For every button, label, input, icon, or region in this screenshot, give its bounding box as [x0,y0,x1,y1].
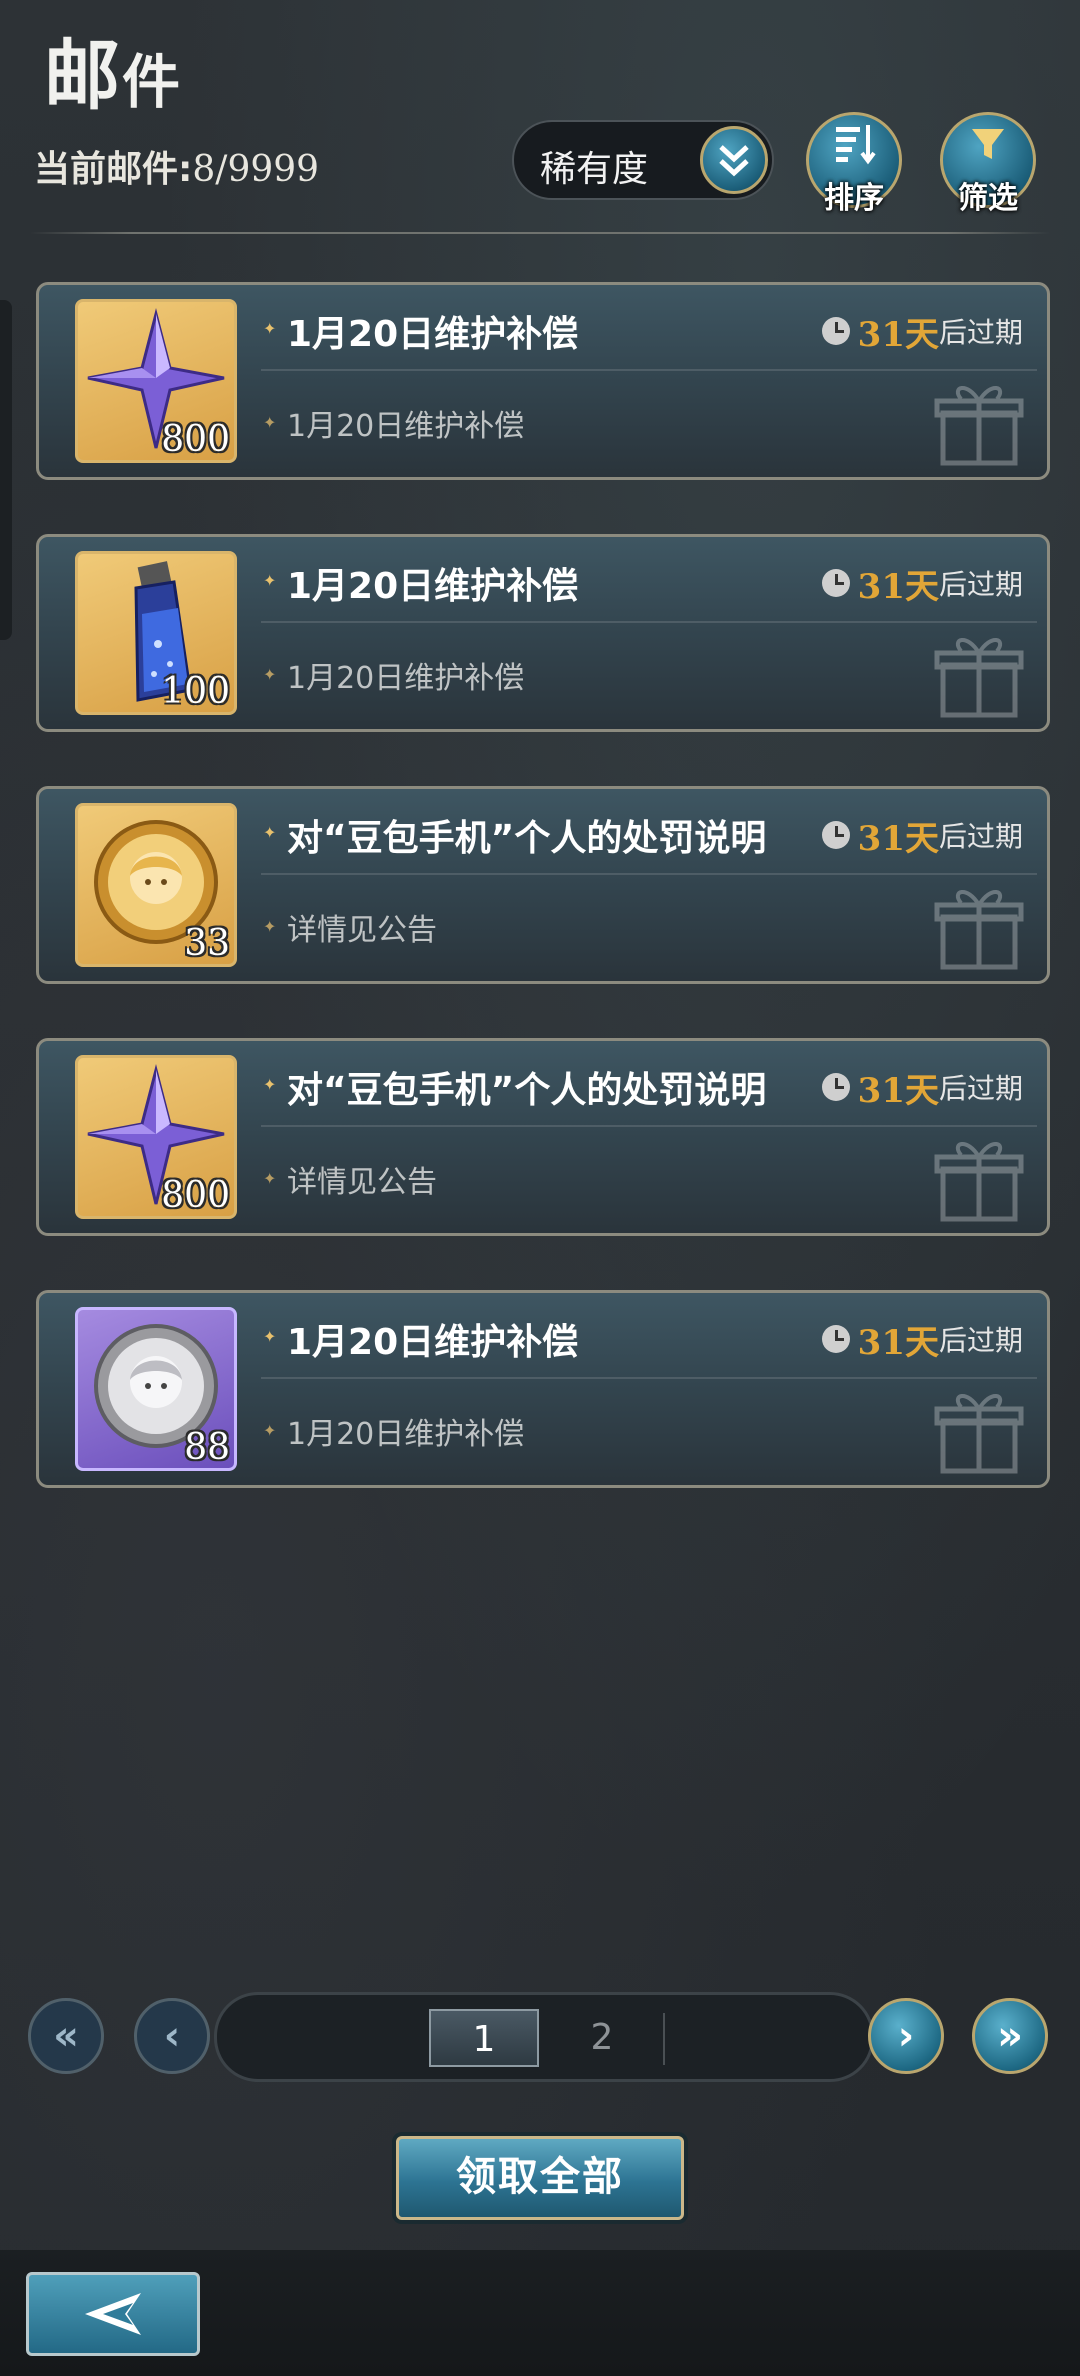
expiry-info: 31天 后过期 [821,561,1023,607]
potion-bottle-icon: 100 [75,551,237,715]
mail-subject: 1月20日维护补偿 [287,314,579,355]
sort-button-label: 排序 [824,181,884,216]
silver-coin-icon: 88 [75,1307,237,1471]
gift-icon [934,386,1024,466]
expiry-info: 31天 后过期 [821,309,1023,355]
mail-item[interactable]: 800 ✦ 1月20日维护补偿 ✦ 1月20日维护补偿 31天 后过期 [36,282,1050,480]
clock-icon [821,317,850,345]
double-chevron-left-icon: « [53,2013,79,2059]
sort-button[interactable]: 排序 [806,112,902,216]
sort-dropdown[interactable]: 稀有度 [512,120,774,200]
desc-marker-icon: ✦ [263,917,277,936]
next-page-button[interactable]: › [868,1998,944,2074]
back-arrow-icon [85,2293,141,2335]
page-number-current[interactable]: 1 [429,2009,539,2067]
mail-item[interactable]: 800 ✦ 对“豆包手机”个人的处罚说明 ✦ 详情见公告 31天 后过期 [36,1038,1050,1236]
mail-description: 1月20日维护补偿 [287,409,525,444]
expiry-info: 31天 后过期 [821,1065,1023,1111]
mail-subject: 1月20日维护补偿 [287,566,579,607]
page-title: 邮件 [44,14,182,124]
desc-marker-icon: ✦ [263,1421,277,1440]
item-quantity: 33 [184,923,230,964]
expiry-days: 31天 [857,1070,939,1111]
mail-count-label: 当前邮件: [34,149,193,190]
clock-icon [821,1073,850,1101]
subject-marker-icon: ✦ [263,571,277,590]
gold-coin-icon: 33 [75,803,237,967]
expiry-days: 31天 [857,566,939,607]
chevron-double-down-icon[interactable] [700,126,768,194]
gift-icon [934,638,1024,718]
expiry-days: 31天 [857,314,939,355]
gift-icon [934,1142,1024,1222]
page-separator [663,2013,665,2065]
mail-count: 当前邮件:8/9999 [34,140,319,192]
expiry-days: 31天 [857,818,939,859]
mail-item[interactable]: 33 ✦ 对“豆包手机”个人的处罚说明 ✦ 详情见公告 31天 后过期 [36,786,1050,984]
back-button[interactable] [26,2272,200,2356]
page-selector: 1 2 [214,1992,874,2082]
expiry-info: 31天 后过期 [821,1317,1023,1363]
mail-description: 详情见公告 [287,1165,437,1200]
header-divider [30,232,1050,234]
expiry-info: 31天 后过期 [821,813,1023,859]
mail-item[interactable]: 88 ✦ 1月20日维护补偿 ✦ 1月20日维护补偿 31天 后过期 [36,1290,1050,1488]
expiry-days: 31天 [857,1322,939,1363]
expiry-suffix: 后过期 [938,820,1023,853]
chevron-right-icon: › [897,2013,915,2059]
crystal-star-icon: 800 [75,1055,237,1219]
claim-all-button[interactable]: 领取全部 [396,2136,684,2220]
chevron-left-icon: ‹ [163,2013,181,2059]
item-quantity: 88 [184,1427,230,1468]
expiry-suffix: 后过期 [938,1324,1023,1357]
expiry-suffix: 后过期 [938,1072,1023,1105]
desc-marker-icon: ✦ [263,665,277,684]
clock-icon [821,821,850,849]
prev-page-button[interactable]: ‹ [134,1998,210,2074]
last-page-button[interactable]: » [972,1998,1048,2074]
subject-marker-icon: ✦ [263,823,277,842]
item-quantity: 100 [161,671,230,712]
filter-button[interactable]: 筛选 [940,112,1036,216]
mail-description: 1月20日维护补偿 [287,661,525,696]
desc-marker-icon: ✦ [263,413,277,432]
desc-marker-icon: ✦ [263,1169,277,1188]
crystal-star-icon: 800 [75,299,237,463]
subject-marker-icon: ✦ [263,319,277,338]
subject-marker-icon: ✦ [263,1327,277,1346]
item-quantity: 800 [161,419,230,460]
filter-button-label: 筛选 [958,181,1018,216]
page-title-main: 邮 [44,31,122,120]
sort-dropdown-value: 稀有度 [540,149,649,190]
mail-subject: 对“豆包手机”个人的处罚说明 [287,1070,767,1111]
subject-marker-icon: ✦ [263,1075,277,1094]
mail-item[interactable]: 100 ✦ 1月20日维护补偿 ✦ 1月20日维护补偿 31天 后过期 [36,534,1050,732]
gift-icon [934,1394,1024,1474]
first-page-button[interactable]: « [28,1998,104,2074]
expiry-suffix: 后过期 [938,316,1023,349]
clock-icon [821,569,850,597]
clock-icon [821,1325,850,1353]
expiry-suffix: 后过期 [938,568,1023,601]
page-title-rest: 件 [122,48,183,116]
item-quantity: 800 [161,1175,230,1216]
mail-subject: 1月20日维护补偿 [287,1322,579,1363]
mail-description: 详情见公告 [287,913,437,948]
mail-count-value: 8/9999 [192,149,320,190]
mail-subject: 对“豆包手机”个人的处罚说明 [287,818,767,859]
mail-description: 1月20日维护补偿 [287,1417,525,1452]
page-number-other[interactable]: 2 [547,2009,657,2067]
side-tab-handle[interactable] [0,300,12,640]
gift-icon [934,890,1024,970]
double-chevron-right-icon: » [997,2013,1023,2059]
